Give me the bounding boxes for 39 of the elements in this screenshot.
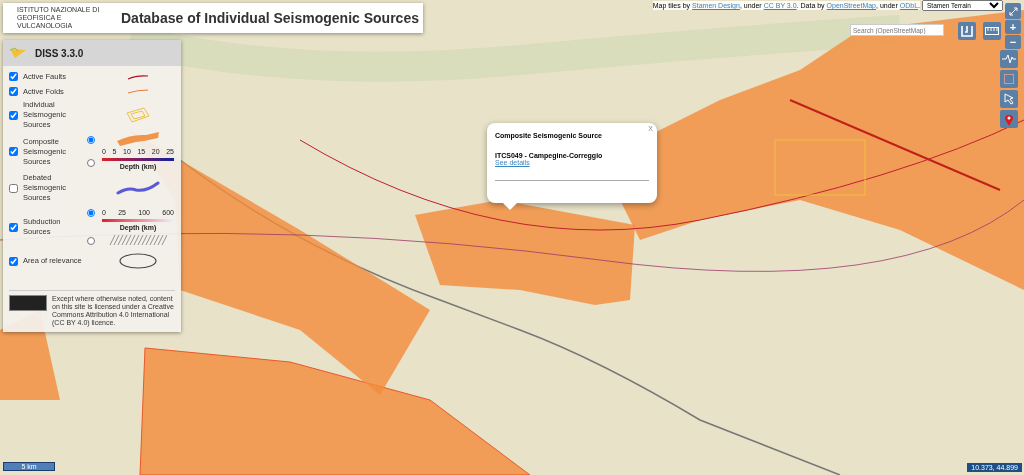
band-source-icon — [116, 132, 160, 146]
ruler-icon — [985, 27, 999, 35]
layer-checkbox[interactable] — [9, 110, 18, 120]
app-title: Database of Individual Seismogenic Sources — [121, 10, 419, 26]
location-button[interactable] — [1000, 110, 1018, 128]
seismogram-button[interactable] — [1000, 50, 1018, 68]
measure-button[interactable] — [983, 22, 1001, 40]
square-arrow-icon — [961, 25, 973, 37]
wavy-band-icon — [116, 181, 160, 195]
export-button[interactable] — [958, 22, 976, 40]
layer-checkbox[interactable] — [9, 183, 18, 193]
zoom-button[interactable]: − — [1005, 35, 1021, 49]
fullscreen-button[interactable] — [1005, 3, 1021, 19]
depth-gradient-bar — [102, 218, 174, 222]
rectangle-source-icon — [126, 107, 150, 123]
hand-pointer-icon — [1003, 93, 1015, 105]
fold-line-icon — [127, 89, 149, 94]
square-icon — [1004, 74, 1014, 84]
style-radio[interactable] — [87, 159, 95, 167]
style-radio[interactable] — [87, 237, 95, 245]
pointer-button[interactable] — [1000, 90, 1018, 108]
layer-checkbox[interactable] — [9, 72, 18, 81]
legend-title: DISS 3.3.0 — [35, 47, 84, 59]
layer-checkbox[interactable] — [9, 222, 18, 232]
style-radio[interactable] — [87, 136, 95, 144]
zoom-button[interactable]: + — [1005, 20, 1021, 34]
waveform-icon — [1002, 54, 1016, 64]
layer-checkbox[interactable] — [9, 256, 18, 266]
layer-checkbox[interactable] — [9, 87, 18, 96]
ellipse-outline-icon — [118, 252, 158, 270]
depth-gradient-bar — [102, 158, 174, 161]
hatched-lines-icon — [109, 233, 167, 246]
style-radio[interactable] — [87, 209, 95, 217]
cc-by-badge — [9, 295, 47, 311]
diss-logo-icon — [9, 47, 27, 59]
layer-checkbox[interactable] — [9, 147, 18, 156]
map-pin-icon — [1004, 112, 1014, 126]
fault-line-icon — [127, 73, 149, 80]
expand-icon — [1008, 6, 1018, 16]
